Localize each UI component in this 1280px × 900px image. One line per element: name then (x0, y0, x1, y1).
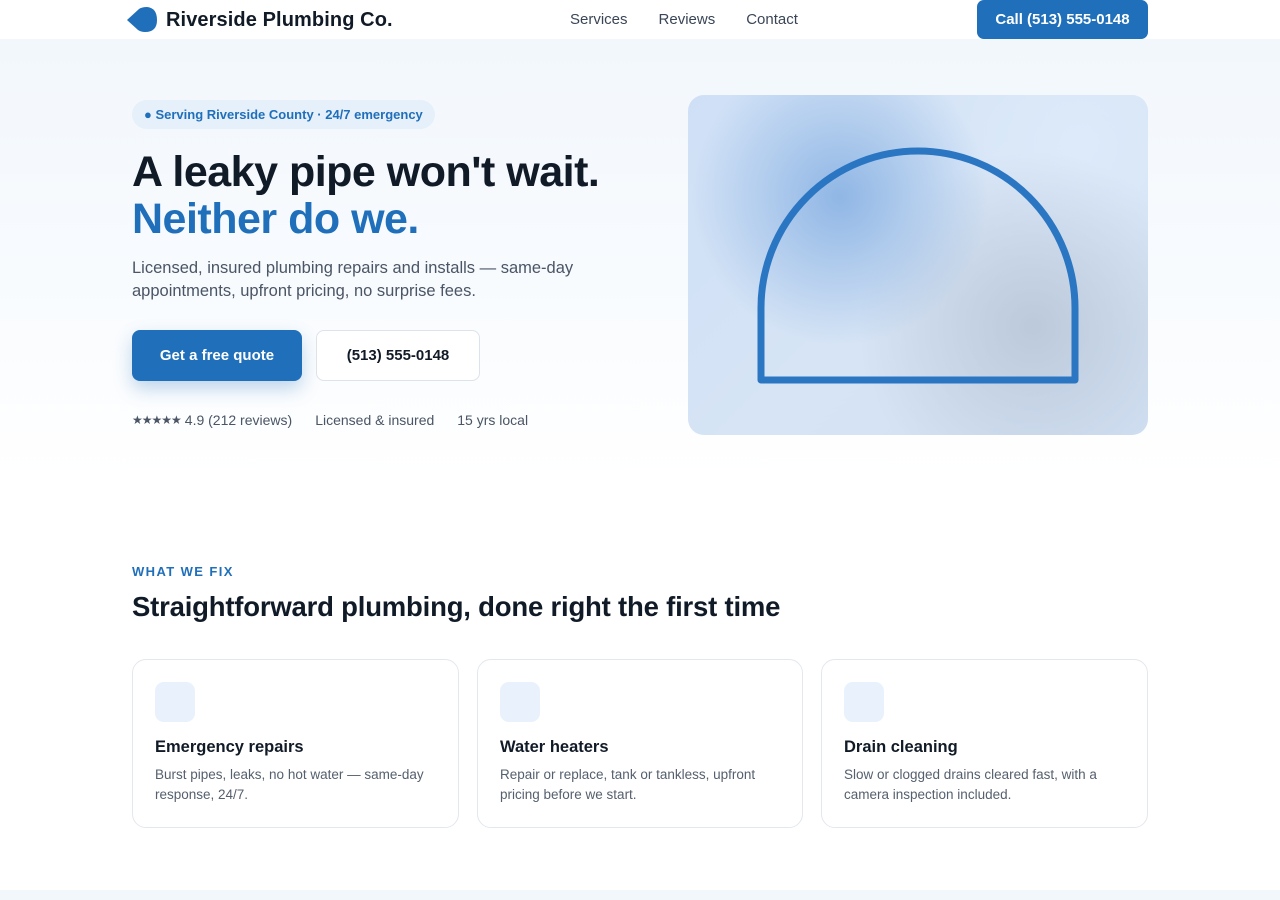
card-title: Emergency repairs (155, 738, 304, 756)
drain-icon (844, 682, 884, 722)
nav-link-reviews[interactable]: Reviews (659, 10, 716, 30)
emergency-icon (155, 682, 195, 722)
licensed-text: Licensed & insured (315, 412, 435, 428)
top-nav: Riverside Plumbing Co. Services Reviews … (0, 0, 1280, 39)
call-button[interactable]: Call (513) 555-0148 (977, 0, 1148, 39)
hero-description: Licensed, insured plumbing repairs and i… (132, 259, 574, 300)
nav-link-contact[interactable]: Contact (746, 10, 798, 30)
arch-pipe-icon (757, 147, 1079, 384)
hero-section: ● Serving Riverside County · 24/7 emerge… (0, 39, 1280, 479)
phone-button[interactable]: (513) 555-0148 (316, 330, 480, 381)
water-drop-icon (126, 7, 158, 33)
card-text: Burst pipes, leaks, no hot water — same-… (155, 767, 424, 802)
years-local-text: 15 yrs local (457, 412, 529, 428)
rating-stars-icon: ★★★★★ (132, 413, 182, 427)
service-card-drain-cleaning[interactable]: Drain cleaning Slow or clogged drains cl… (821, 659, 1148, 828)
card-title: Water heaters (500, 738, 609, 756)
card-title: Drain cleaning (844, 738, 958, 756)
section-eyebrow: WHAT WE FIX (132, 564, 234, 579)
hero-headline-accent: Neither do we. (132, 195, 419, 243)
hero-headline: A leaky pipe won't wait. (132, 148, 600, 196)
service-card-emergency[interactable]: Emergency repairs Burst pipes, leaks, no… (132, 659, 459, 828)
get-quote-button[interactable]: Get a free quote (132, 330, 302, 381)
nav-link-services[interactable]: Services (570, 10, 628, 30)
service-card-water-heaters[interactable]: Water heaters Repair or replace, tank or… (477, 659, 803, 828)
brand[interactable]: Riverside Plumbing Co. (126, 6, 393, 34)
next-section-edge (0, 890, 1280, 900)
service-cards: Emergency repairs Burst pipes, leaks, no… (132, 659, 1148, 828)
service-area-badge: ● Serving Riverside County · 24/7 emerge… (132, 100, 435, 129)
trust-bar: ★★★★★ 4.9 (212 reviews) Licensed & insur… (132, 412, 528, 428)
water-heater-icon (500, 682, 540, 722)
nav-links: Services Reviews Contact (570, 10, 829, 30)
card-text: Repair or replace, tank or tankless, upf… (500, 767, 756, 802)
card-text: Slow or clogged drains cleared fast, wit… (844, 767, 1097, 802)
hero-illustration (688, 95, 1148, 435)
rating-text: 4.9 (212 reviews) (184, 412, 293, 428)
brand-name: Riverside Plumbing Co. (166, 8, 393, 31)
section-title: Straightforward plumbing, done right the… (132, 591, 781, 622)
